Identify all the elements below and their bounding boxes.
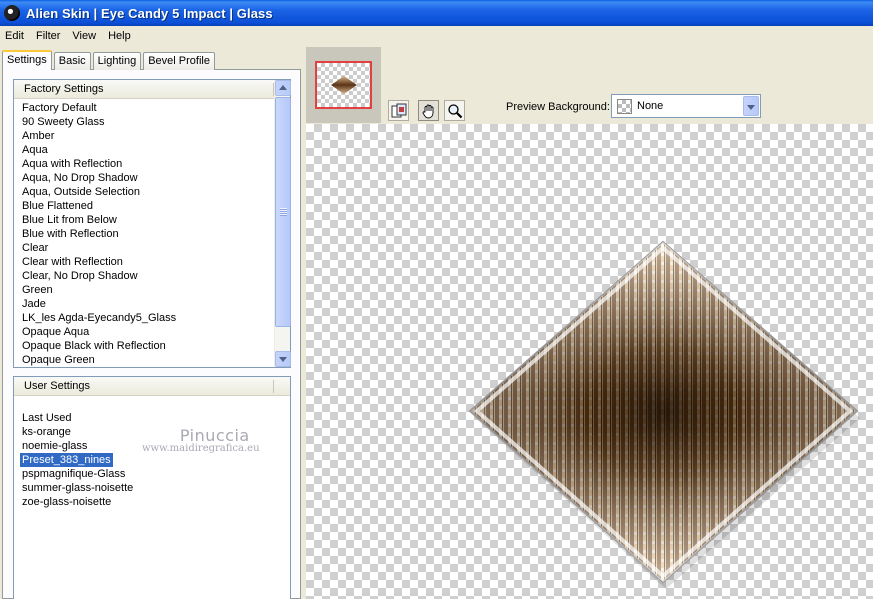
tab-bevel-profile[interactable]: Bevel Profile [143, 52, 215, 70]
list-item[interactable]: Preset_383_nines [20, 453, 113, 467]
preview-toggle-icon [391, 103, 406, 117]
menu-edit[interactable]: Edit [0, 30, 30, 42]
chevron-down-icon[interactable] [743, 96, 759, 116]
list-item[interactable]: Blue Lit from Below [20, 213, 178, 227]
menu-filter[interactable]: Filter [30, 30, 66, 42]
list-item[interactable]: Aqua, No Drop Shadow [20, 171, 178, 185]
scroll-down-button[interactable] [275, 351, 291, 367]
list-item[interactable]: Blue with Reflection [20, 227, 178, 241]
list-item[interactable]: Clear with Reflection [20, 255, 178, 269]
tab-strip: Settings Basic Lighting Bevel Profile [2, 50, 217, 70]
list-item[interactable]: Blue Flattened [20, 199, 178, 213]
user-settings-list[interactable]: User Settings Last Used ks-orange noemie-g… [13, 376, 291, 599]
chevron-down-icon [279, 357, 287, 362]
list-item[interactable]: noemie-glass [20, 439, 135, 453]
tab-settings[interactable]: Settings [2, 50, 52, 70]
list-item[interactable]: 90 Sweety Glass [20, 115, 178, 129]
window-title: Alien Skin | Eye Candy 5 Impact | Glass [26, 5, 273, 21]
menu-view[interactable]: View [66, 30, 102, 42]
grip-icon [280, 208, 287, 216]
menu-help[interactable]: Help [102, 30, 137, 42]
list-item[interactable]: Opaque Black with Reflection [20, 339, 178, 353]
list-item[interactable]: Aqua with Reflection [20, 157, 178, 171]
list-item[interactable]: Aqua [20, 143, 178, 157]
glass-effect-preview [468, 240, 860, 589]
navigator-viewport[interactable] [315, 61, 372, 109]
scroll-thumb[interactable] [275, 97, 291, 327]
factory-settings-header-label: Factory Settings [24, 83, 104, 95]
preview-background-select[interactable]: None [611, 94, 761, 118]
scroll-up-button[interactable] [275, 80, 291, 96]
tab-basic[interactable]: Basic [53, 52, 91, 70]
list-item[interactable]: LK_les Agda-Eyecandy5_Glass [20, 311, 178, 325]
pan-tool-button[interactable] [418, 100, 439, 121]
navigator-panel [306, 47, 381, 123]
factory-scrollbar[interactable] [274, 80, 291, 367]
list-item[interactable]: Aqua, Outside Selection [20, 185, 178, 199]
menu-bar: Edit Filter View Help [0, 26, 873, 45]
list-item[interactable]: Factory Default [20, 101, 178, 115]
list-item[interactable]: Clear, No Drop Shadow [20, 269, 178, 283]
zoom-tool-button[interactable] [444, 100, 465, 121]
factory-settings-list[interactable]: Factory Settings Factory Default 90 Sweet… [13, 79, 291, 368]
list-item[interactable]: Green [20, 283, 178, 297]
transparent-swatch-icon [617, 99, 632, 114]
list-item[interactable]: Opaque Aqua [20, 325, 178, 339]
magnifier-icon [447, 103, 462, 118]
user-settings-items: Last Used ks-orange noemie-glass Preset_383… [20, 411, 135, 509]
list-item[interactable]: ks-orange [20, 425, 135, 439]
preview-background-value: None [637, 100, 664, 112]
list-item[interactable]: Opaque Green [20, 353, 178, 367]
list-item[interactable]: Jade [20, 297, 178, 311]
preview-canvas[interactable] [306, 124, 873, 599]
factory-settings-items: Factory Default 90 Sweety Glass Amber Aqua A… [20, 101, 178, 367]
preview-background-label: Preview Background: [506, 101, 610, 113]
list-item[interactable]: summer-glass-noisette [20, 481, 135, 495]
list-item[interactable]: zoe-glass-noisette [20, 495, 135, 509]
hand-icon [422, 104, 433, 118]
list-item[interactable]: Last Used [20, 411, 135, 425]
user-settings-header[interactable]: User Settings [14, 377, 290, 396]
list-item[interactable]: Clear [20, 241, 178, 255]
list-item[interactable]: pspmagnifique-Glass [20, 467, 135, 481]
factory-settings-header[interactable]: Factory Settings [14, 80, 290, 99]
preview-toggle-button[interactable] [388, 100, 409, 121]
alien-skin-app-icon [4, 5, 20, 21]
tab-lighting[interactable]: Lighting [92, 52, 142, 70]
watermark: Pinuccia www.maidiregrafica.eu [142, 426, 260, 454]
watermark-url: www.maidiregrafica.eu [142, 443, 260, 454]
chevron-up-icon [279, 85, 287, 90]
user-settings-header-label: User Settings [24, 380, 91, 392]
navigator-thumbnail [331, 76, 357, 94]
list-item[interactable]: Amber [20, 129, 178, 143]
title-bar[interactable]: Alien Skin | Eye Candy 5 Impact | Glass [0, 0, 873, 26]
header-separator [273, 380, 274, 393]
